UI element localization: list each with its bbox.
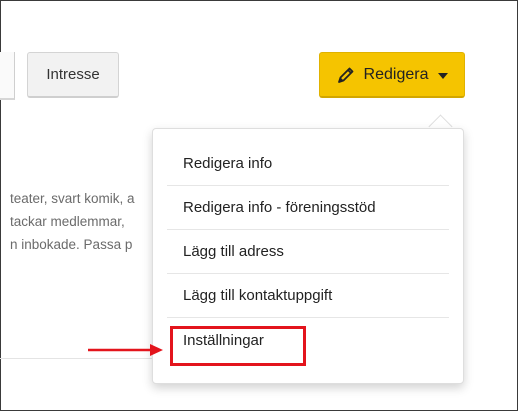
redigera-dropdown-button[interactable]: Redigera <box>319 52 465 98</box>
menu-item-label: Lägg till adress <box>183 243 284 260</box>
menu-item-label: Redigera info <box>183 155 273 172</box>
menu-item-redigera-info-foreningsstod[interactable]: Redigera info - föreningsstöd <box>167 186 449 230</box>
background-text-line: teater, svart komik, a <box>10 191 135 206</box>
menu-item-redigera-info[interactable]: Redigera info <box>167 142 449 186</box>
partial-button[interactable] <box>0 52 15 100</box>
redigera-button-label: Redigera <box>363 65 429 83</box>
menu-item-lagg-till-kontaktuppgift[interactable]: Lägg till kontaktuppgift <box>167 274 449 318</box>
pencil-icon <box>336 65 356 85</box>
background-text-line: tackar medlemmar, <box>10 214 125 229</box>
intresse-button[interactable]: Intresse <box>27 52 119 98</box>
intresse-button-label: Intresse <box>46 66 100 83</box>
right-arrow-icon <box>88 344 163 356</box>
caret-down-icon <box>438 72 449 79</box>
background-text-line: n inbokade. Passa p <box>10 237 133 252</box>
menu-item-lagg-till-adress[interactable]: Lägg till adress <box>167 230 449 274</box>
menu-item-label: Redigera info - föreningsstöd <box>183 199 376 216</box>
menu-item-label: Lägg till kontaktuppgift <box>183 287 333 304</box>
divider <box>0 358 160 359</box>
highlight-box <box>170 326 306 366</box>
